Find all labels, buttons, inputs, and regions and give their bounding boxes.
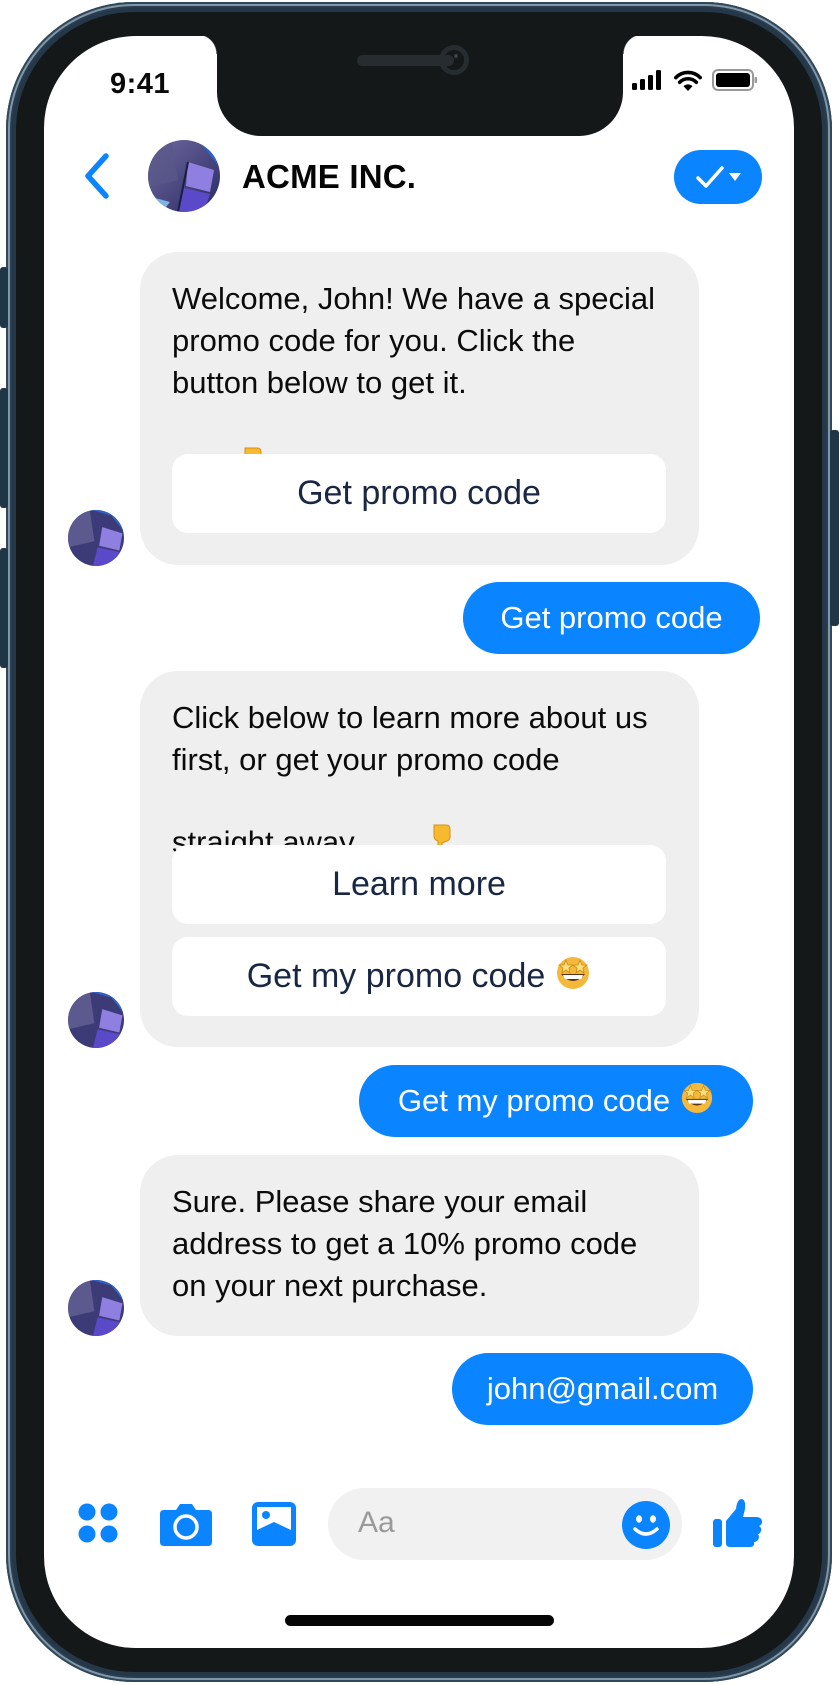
quick-reply-get-promo-code[interactable]: Get promo code (172, 454, 666, 533)
camera-button[interactable] (160, 1502, 212, 1551)
bot-message: Sure. Please share your email address to… (140, 1155, 699, 1336)
emoji-button[interactable] (622, 1501, 670, 1554)
user-message: Get my promo code (359, 1065, 753, 1137)
wifi-icon (674, 70, 702, 91)
message-input-placeholder: Aa (358, 1506, 395, 1539)
status-time: 9:41 (110, 68, 171, 100)
message-input[interactable]: Aa (328, 1488, 682, 1560)
bot-message: Click below to learn more about us first… (140, 671, 699, 1047)
status-dropdown-button[interactable] (674, 150, 762, 204)
bot-avatar (68, 510, 124, 566)
user-message: Get promo code (463, 582, 760, 654)
power-button (830, 430, 839, 626)
mute-switch (0, 267, 8, 328)
contact-avatar[interactable] (148, 140, 220, 212)
apps-icon (78, 1503, 118, 1543)
phone-screen: 9:41 ACME INC. Welcome, John! We have a … (44, 36, 794, 1648)
gallery-button[interactable] (252, 1502, 296, 1551)
user-message: john@gmail.com (452, 1353, 753, 1425)
notch (197, 36, 643, 136)
quick-reply-learn-more[interactable]: Learn more (172, 845, 666, 924)
quick-reply-get-my-promo-code[interactable]: Get my promo code (172, 937, 666, 1016)
message-text: Get promo code (500, 600, 723, 635)
star-struck-emoji (680, 1080, 714, 1122)
apps-button[interactable] (78, 1503, 118, 1548)
conversation-title: ACME INC. (242, 158, 417, 195)
status-icons (632, 69, 758, 91)
bot-avatar (68, 992, 124, 1048)
thumbs-up-icon (713, 1499, 762, 1547)
star-struck-emoji (555, 954, 591, 999)
back-button[interactable] (80, 151, 114, 201)
volume-up-button (0, 388, 8, 508)
chevron-left-icon (85, 153, 109, 199)
message-text: Sure. Please share your email address to… (172, 1184, 646, 1303)
bot-avatar (68, 1280, 124, 1336)
gallery-icon (252, 1502, 296, 1546)
home-indicator[interactable] (285, 1615, 554, 1626)
like-button[interactable] (712, 1497, 764, 1554)
volume-down-button (0, 548, 8, 668)
cellular-signal-icon (632, 70, 661, 90)
bot-message: Welcome, John! We have a special promo c… (140, 252, 699, 565)
front-camera (439, 45, 469, 75)
emoji-icon (622, 1501, 670, 1549)
caret-down-icon (729, 172, 741, 181)
checkmark-icon (696, 166, 724, 188)
message-text: john@gmail.com (486, 1371, 719, 1406)
message-text: Get my promo code (397, 1083, 671, 1118)
battery-icon (712, 69, 757, 91)
camera-icon (160, 1504, 212, 1546)
